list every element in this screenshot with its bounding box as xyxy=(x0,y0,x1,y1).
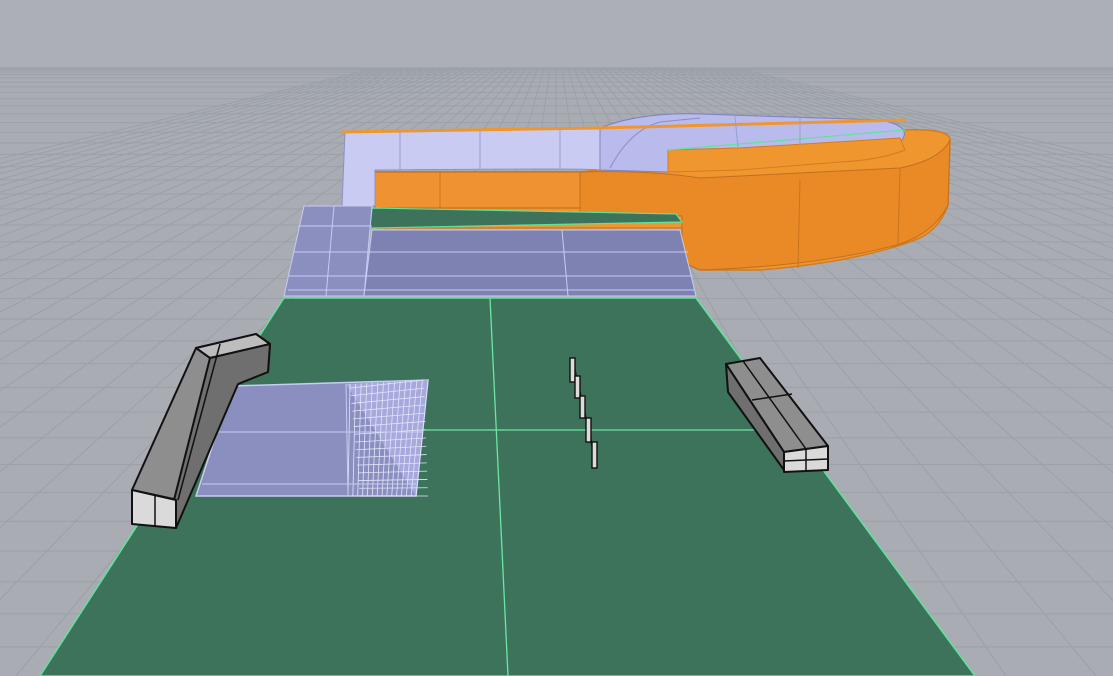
3d-viewport[interactable] xyxy=(0,0,1113,676)
mesh-line xyxy=(359,487,428,489)
viewport-canvas[interactable] xyxy=(0,0,1113,676)
horizon-band xyxy=(0,0,1113,70)
